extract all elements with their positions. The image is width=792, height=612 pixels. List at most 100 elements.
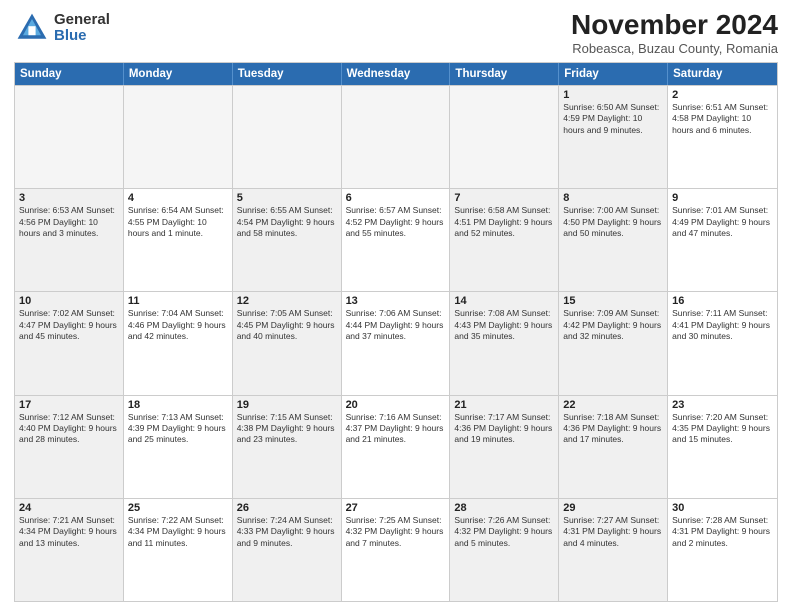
- day-info: Sunrise: 7:26 AM Sunset: 4:32 PM Dayligh…: [454, 515, 554, 549]
- day-number: 7: [454, 192, 554, 204]
- calendar-cell-5: 5Sunrise: 6:55 AM Sunset: 4:54 PM Daylig…: [233, 189, 342, 291]
- logo-text: General Blue: [54, 12, 110, 45]
- day-number: 2: [672, 89, 773, 101]
- calendar-cell-16: 16Sunrise: 7:11 AM Sunset: 4:41 PM Dayli…: [668, 292, 777, 394]
- calendar-cell-1: 1Sunrise: 6:50 AM Sunset: 4:59 PM Daylig…: [559, 86, 668, 188]
- day-info: Sunrise: 7:05 AM Sunset: 4:45 PM Dayligh…: [237, 308, 337, 342]
- calendar-cell-27: 27Sunrise: 7:25 AM Sunset: 4:32 PM Dayli…: [342, 499, 451, 601]
- calendar-cell-empty-4: [450, 86, 559, 188]
- calendar-cell-9: 9Sunrise: 7:01 AM Sunset: 4:49 PM Daylig…: [668, 189, 777, 291]
- day-number: 5: [237, 192, 337, 204]
- calendar-row-2: 10Sunrise: 7:02 AM Sunset: 4:47 PM Dayli…: [15, 291, 777, 394]
- day-number: 24: [19, 502, 119, 514]
- weekday-header-monday: Monday: [124, 63, 233, 85]
- day-info: Sunrise: 7:21 AM Sunset: 4:34 PM Dayligh…: [19, 515, 119, 549]
- title-block: November 2024 Robeasca, Buzau County, Ro…: [571, 10, 778, 56]
- day-number: 12: [237, 295, 337, 307]
- logo-general-text: General: [54, 12, 110, 29]
- logo-blue-text: Blue: [54, 28, 110, 45]
- day-number: 16: [672, 295, 773, 307]
- day-info: Sunrise: 7:00 AM Sunset: 4:50 PM Dayligh…: [563, 205, 663, 239]
- calendar-row-4: 24Sunrise: 7:21 AM Sunset: 4:34 PM Dayli…: [15, 498, 777, 601]
- calendar-header: SundayMondayTuesdayWednesdayThursdayFrid…: [15, 63, 777, 85]
- calendar-cell-4: 4Sunrise: 6:54 AM Sunset: 4:55 PM Daylig…: [124, 189, 233, 291]
- header: General Blue November 2024 Robeasca, Buz…: [14, 10, 778, 56]
- day-number: 21: [454, 399, 554, 411]
- calendar-cell-24: 24Sunrise: 7:21 AM Sunset: 4:34 PM Dayli…: [15, 499, 124, 601]
- weekday-header-tuesday: Tuesday: [233, 63, 342, 85]
- day-info: Sunrise: 7:15 AM Sunset: 4:38 PM Dayligh…: [237, 412, 337, 446]
- calendar-cell-3: 3Sunrise: 6:53 AM Sunset: 4:56 PM Daylig…: [15, 189, 124, 291]
- calendar-row-0: 1Sunrise: 6:50 AM Sunset: 4:59 PM Daylig…: [15, 85, 777, 188]
- main-title: November 2024: [571, 10, 778, 41]
- calendar-cell-13: 13Sunrise: 7:06 AM Sunset: 4:44 PM Dayli…: [342, 292, 451, 394]
- weekday-header-wednesday: Wednesday: [342, 63, 451, 85]
- calendar-cell-12: 12Sunrise: 7:05 AM Sunset: 4:45 PM Dayli…: [233, 292, 342, 394]
- day-number: 13: [346, 295, 446, 307]
- day-number: 22: [563, 399, 663, 411]
- day-number: 28: [454, 502, 554, 514]
- day-info: Sunrise: 7:18 AM Sunset: 4:36 PM Dayligh…: [563, 412, 663, 446]
- calendar-cell-29: 29Sunrise: 7:27 AM Sunset: 4:31 PM Dayli…: [559, 499, 668, 601]
- day-number: 9: [672, 192, 773, 204]
- day-info: Sunrise: 6:55 AM Sunset: 4:54 PM Dayligh…: [237, 205, 337, 239]
- calendar-cell-empty-2: [233, 86, 342, 188]
- day-number: 29: [563, 502, 663, 514]
- calendar-cell-8: 8Sunrise: 7:00 AM Sunset: 4:50 PM Daylig…: [559, 189, 668, 291]
- day-number: 19: [237, 399, 337, 411]
- logo: General Blue: [14, 10, 110, 46]
- day-info: Sunrise: 7:09 AM Sunset: 4:42 PM Dayligh…: [563, 308, 663, 342]
- day-info: Sunrise: 7:01 AM Sunset: 4:49 PM Dayligh…: [672, 205, 773, 239]
- calendar-cell-empty-0: [15, 86, 124, 188]
- day-number: 4: [128, 192, 228, 204]
- calendar-cell-30: 30Sunrise: 7:28 AM Sunset: 4:31 PM Dayli…: [668, 499, 777, 601]
- day-info: Sunrise: 7:16 AM Sunset: 4:37 PM Dayligh…: [346, 412, 446, 446]
- day-number: 15: [563, 295, 663, 307]
- day-info: Sunrise: 7:02 AM Sunset: 4:47 PM Dayligh…: [19, 308, 119, 342]
- day-info: Sunrise: 6:53 AM Sunset: 4:56 PM Dayligh…: [19, 205, 119, 239]
- day-info: Sunrise: 7:11 AM Sunset: 4:41 PM Dayligh…: [672, 308, 773, 342]
- page: General Blue November 2024 Robeasca, Buz…: [0, 0, 792, 612]
- day-number: 8: [563, 192, 663, 204]
- day-info: Sunrise: 6:50 AM Sunset: 4:59 PM Dayligh…: [563, 102, 663, 136]
- day-info: Sunrise: 6:57 AM Sunset: 4:52 PM Dayligh…: [346, 205, 446, 239]
- calendar-cell-23: 23Sunrise: 7:20 AM Sunset: 4:35 PM Dayli…: [668, 396, 777, 498]
- weekday-header-sunday: Sunday: [15, 63, 124, 85]
- day-info: Sunrise: 7:28 AM Sunset: 4:31 PM Dayligh…: [672, 515, 773, 549]
- day-number: 1: [563, 89, 663, 101]
- day-number: 14: [454, 295, 554, 307]
- day-info: Sunrise: 7:24 AM Sunset: 4:33 PM Dayligh…: [237, 515, 337, 549]
- weekday-header-friday: Friday: [559, 63, 668, 85]
- day-info: Sunrise: 7:13 AM Sunset: 4:39 PM Dayligh…: [128, 412, 228, 446]
- calendar-cell-21: 21Sunrise: 7:17 AM Sunset: 4:36 PM Dayli…: [450, 396, 559, 498]
- calendar-cell-17: 17Sunrise: 7:12 AM Sunset: 4:40 PM Dayli…: [15, 396, 124, 498]
- day-info: Sunrise: 7:04 AM Sunset: 4:46 PM Dayligh…: [128, 308, 228, 342]
- day-info: Sunrise: 7:25 AM Sunset: 4:32 PM Dayligh…: [346, 515, 446, 549]
- weekday-header-saturday: Saturday: [668, 63, 777, 85]
- calendar-cell-empty-1: [124, 86, 233, 188]
- calendar-cell-18: 18Sunrise: 7:13 AM Sunset: 4:39 PM Dayli…: [124, 396, 233, 498]
- day-number: 3: [19, 192, 119, 204]
- calendar-row-1: 3Sunrise: 6:53 AM Sunset: 4:56 PM Daylig…: [15, 188, 777, 291]
- logo-icon: [14, 10, 50, 46]
- subtitle: Robeasca, Buzau County, Romania: [571, 41, 778, 56]
- day-number: 18: [128, 399, 228, 411]
- weekday-header-thursday: Thursday: [450, 63, 559, 85]
- day-number: 20: [346, 399, 446, 411]
- day-info: Sunrise: 7:27 AM Sunset: 4:31 PM Dayligh…: [563, 515, 663, 549]
- calendar: SundayMondayTuesdayWednesdayThursdayFrid…: [14, 62, 778, 602]
- day-info: Sunrise: 6:58 AM Sunset: 4:51 PM Dayligh…: [454, 205, 554, 239]
- day-number: 26: [237, 502, 337, 514]
- calendar-cell-15: 15Sunrise: 7:09 AM Sunset: 4:42 PM Dayli…: [559, 292, 668, 394]
- calendar-cell-26: 26Sunrise: 7:24 AM Sunset: 4:33 PM Dayli…: [233, 499, 342, 601]
- day-info: Sunrise: 7:17 AM Sunset: 4:36 PM Dayligh…: [454, 412, 554, 446]
- calendar-row-3: 17Sunrise: 7:12 AM Sunset: 4:40 PM Dayli…: [15, 395, 777, 498]
- calendar-cell-22: 22Sunrise: 7:18 AM Sunset: 4:36 PM Dayli…: [559, 396, 668, 498]
- calendar-cell-19: 19Sunrise: 7:15 AM Sunset: 4:38 PM Dayli…: [233, 396, 342, 498]
- calendar-cell-10: 10Sunrise: 7:02 AM Sunset: 4:47 PM Dayli…: [15, 292, 124, 394]
- day-info: Sunrise: 6:54 AM Sunset: 4:55 PM Dayligh…: [128, 205, 228, 239]
- day-number: 25: [128, 502, 228, 514]
- calendar-cell-11: 11Sunrise: 7:04 AM Sunset: 4:46 PM Dayli…: [124, 292, 233, 394]
- day-info: Sunrise: 7:08 AM Sunset: 4:43 PM Dayligh…: [454, 308, 554, 342]
- day-info: Sunrise: 6:51 AM Sunset: 4:58 PM Dayligh…: [672, 102, 773, 136]
